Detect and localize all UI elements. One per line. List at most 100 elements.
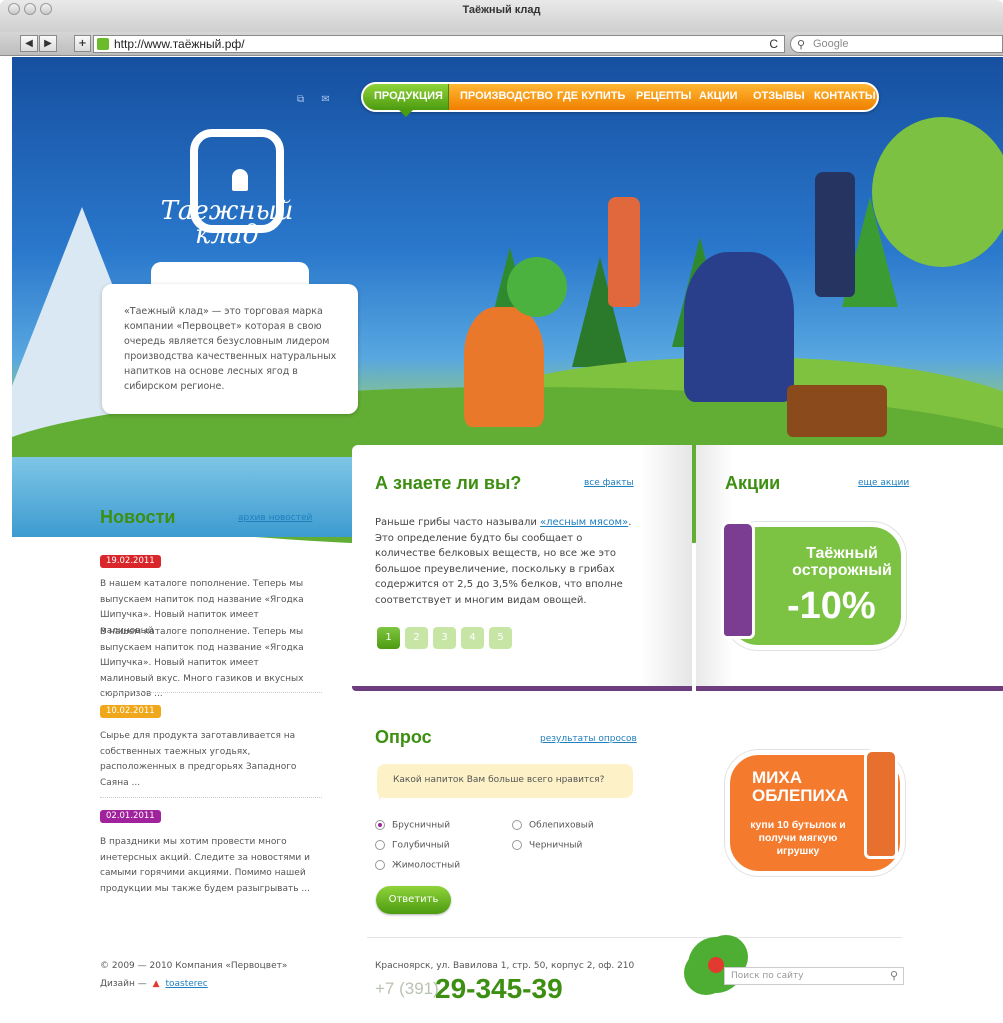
- design-credit-label: Дизайн —: [100, 979, 147, 989]
- news-date-badge: 10.02.2011: [100, 705, 161, 718]
- menu-item-reviews[interactable]: ОТЗЫВЫ: [753, 90, 805, 102]
- poll-question-tail: [379, 792, 387, 800]
- radio-icon[interactable]: [512, 840, 522, 850]
- mail-icon[interactable]: ✉: [321, 94, 329, 105]
- poll-option-label: Жимолостный: [392, 860, 461, 871]
- poll-results-link[interactable]: результаты опросов: [540, 734, 637, 744]
- web-page: Таежный клад ⧉ ✉ ПРОДУКЦИЯ ПРОИЗВОДСТВО …: [12, 57, 1003, 1023]
- designer-logo-icon: ▲: [152, 979, 160, 989]
- girl-hair-illustration: [507, 257, 567, 317]
- news-item-text[interactable]: В праздники мы хотим провести много инет…: [100, 835, 312, 897]
- bottle-illustration: [815, 172, 855, 297]
- promo-toy-text: купи 10 бутылок и получи мягкую игрушку: [750, 819, 846, 857]
- radio-icon[interactable]: [512, 820, 522, 830]
- poll-question-bubble: Какой напиток Вам больше всего нравится?: [377, 764, 633, 798]
- forward-button[interactable]: ▶: [39, 35, 57, 52]
- add-bookmark-button[interactable]: +: [74, 35, 91, 52]
- tree-crown-illustration: [872, 117, 1003, 267]
- menu-item-contacts[interactable]: КОНТАКТЫ: [814, 90, 876, 102]
- poll-option-label: Голубичный: [392, 840, 450, 851]
- window-title: Таёжный клад: [462, 4, 541, 16]
- news-archive-link[interactable]: архив новостей: [238, 513, 312, 523]
- footer-design-credit: Дизайн — ▲ toasterec: [100, 979, 208, 989]
- main-menu: ПРОДУКЦИЯ ПРОИЗВОДСТВО ГДЕ КУПИТЬ РЕЦЕПТ…: [361, 82, 879, 117]
- poll-option-bilberry[interactable]: Голубичный: [375, 840, 450, 851]
- promo-banner-discount-value: -10%: [787, 585, 876, 627]
- radio-checked-icon[interactable]: [375, 820, 385, 830]
- menu-item-recipes[interactable]: РЕЦЕПТЫ: [636, 90, 691, 102]
- news-item-text[interactable]: Сырье для продукта заготавливается на со…: [100, 729, 312, 791]
- boy-character-illustration: [684, 252, 794, 402]
- phone-number: 29-345-39: [435, 973, 563, 1004]
- intro-text: «Таежный клад» — это торговая марка комп…: [124, 306, 337, 392]
- fact-page-1[interactable]: 1: [377, 627, 400, 649]
- river-illustration: [12, 457, 372, 537]
- site-search-input[interactable]: Поиск по сайту ⚲: [724, 967, 904, 985]
- logo-line-2: клад: [194, 220, 260, 250]
- search-placeholder: Google: [813, 38, 849, 50]
- bottle-illustration: [608, 197, 640, 307]
- fact-inline-link[interactable]: «лесным мясом»: [540, 517, 628, 528]
- girl-character-illustration: [464, 307, 544, 427]
- intro-bubble: «Таежный клад» — это торговая марка комп…: [102, 284, 358, 414]
- search-icon[interactable]: ⚲: [890, 968, 898, 984]
- header-icons: ⧉ ✉: [297, 94, 330, 105]
- promo-banner-title: Таёжный осторожный: [792, 545, 892, 579]
- news-item-text[interactable]: В нашем каталоге пополнение. Теперь мы в…: [100, 625, 312, 703]
- footer-address: Красноярск, ул. Вавилова 1, стр. 50, кор…: [375, 961, 635, 971]
- news-date-badge: 19.02.2011: [100, 555, 161, 568]
- poll-title: Опрос: [375, 727, 432, 747]
- site-favicon-icon: [97, 38, 109, 50]
- menu-item-products[interactable]: ПРОДУКЦИЯ: [374, 90, 443, 102]
- fact-page-4[interactable]: 4: [461, 627, 484, 649]
- news-title: Новости: [100, 507, 176, 527]
- facts-title: А знаете ли вы?: [375, 473, 522, 493]
- more-promotions-link[interactable]: еще акции: [858, 478, 909, 488]
- menu-item-production[interactable]: ПРОИЗВОДСТВО: [460, 90, 553, 102]
- poll-option-sea-buckthorn[interactable]: Облепиховый: [512, 820, 594, 831]
- promo-banner-discount[interactable]: Таёжный осторожный -10%: [721, 521, 906, 650]
- phone-code: +7 (391): [375, 979, 439, 998]
- poll-option-label: Черничный: [529, 840, 583, 851]
- address-text: http://www.таёжный.рф/: [114, 37, 245, 51]
- promo-banner-toy[interactable]: МИХА ОБЛЕПИХА купи 10 бутылок и получи м…: [725, 749, 905, 876]
- fact-page-5[interactable]: 5: [489, 627, 512, 649]
- all-facts-link[interactable]: все факты: [584, 478, 634, 488]
- browser-toolbar: ◀ ▶ + http://www.таёжный.рф/ C ⚲ Google: [0, 32, 1003, 56]
- back-button[interactable]: ◀: [20, 35, 38, 52]
- fact-text: Раньше грибы часто называли «лесным мясо…: [375, 515, 637, 608]
- footer-divider: [367, 937, 902, 938]
- fact-text-start: Раньше грибы часто называли: [375, 517, 541, 528]
- poll-option-label: Облепиховый: [529, 820, 594, 831]
- menu-item-promotions[interactable]: АКЦИИ: [699, 90, 738, 102]
- poll-option-cowberry[interactable]: Брусничный: [375, 820, 450, 831]
- address-bar[interactable]: http://www.таёжный.рф/ C: [93, 35, 785, 53]
- news-date-badge: 02.01.2011: [100, 810, 161, 823]
- menu-item-where-to-buy[interactable]: ГДЕ КУПИТЬ: [557, 90, 625, 102]
- picnic-basket-illustration: [787, 385, 887, 437]
- menu-pointer: [399, 110, 413, 117]
- sitemap-icon[interactable]: ⧉: [297, 94, 304, 105]
- radio-icon[interactable]: [375, 840, 385, 850]
- reload-button[interactable]: C: [769, 36, 778, 52]
- browser-search-field[interactable]: ⚲ Google: [790, 35, 1003, 53]
- poll-option-blueberry[interactable]: Черничный: [512, 840, 582, 851]
- fact-text-end: . Это определение будто бы сообщает о ко…: [375, 517, 632, 606]
- title-bar: Таёжный клад: [0, 0, 1003, 32]
- poll-option-honeysuckle[interactable]: Жимолостный: [375, 860, 460, 871]
- brand-logo-text: Таежный клад: [152, 198, 302, 250]
- news-divider: [100, 692, 322, 693]
- fact-page-3[interactable]: 3: [433, 627, 456, 649]
- poll-question: Какой напиток Вам больше всего нравится?: [393, 775, 605, 785]
- designer-link[interactable]: toasterec: [165, 979, 207, 989]
- lock-icon: [232, 169, 248, 191]
- bottle-illustration: [721, 521, 755, 639]
- radio-icon[interactable]: [375, 860, 385, 870]
- fact-page-2[interactable]: 2: [405, 627, 428, 649]
- site-search-placeholder: Поиск по сайту: [731, 971, 804, 981]
- poll-option-label: Брусничный: [392, 820, 451, 831]
- search-icon: ⚲: [797, 39, 806, 51]
- poll-submit-button[interactable]: Ответить: [376, 886, 451, 914]
- news-divider: [100, 797, 322, 798]
- footer-copyright: © 2009 — 2010 Компания «Первоцвет»: [100, 961, 288, 971]
